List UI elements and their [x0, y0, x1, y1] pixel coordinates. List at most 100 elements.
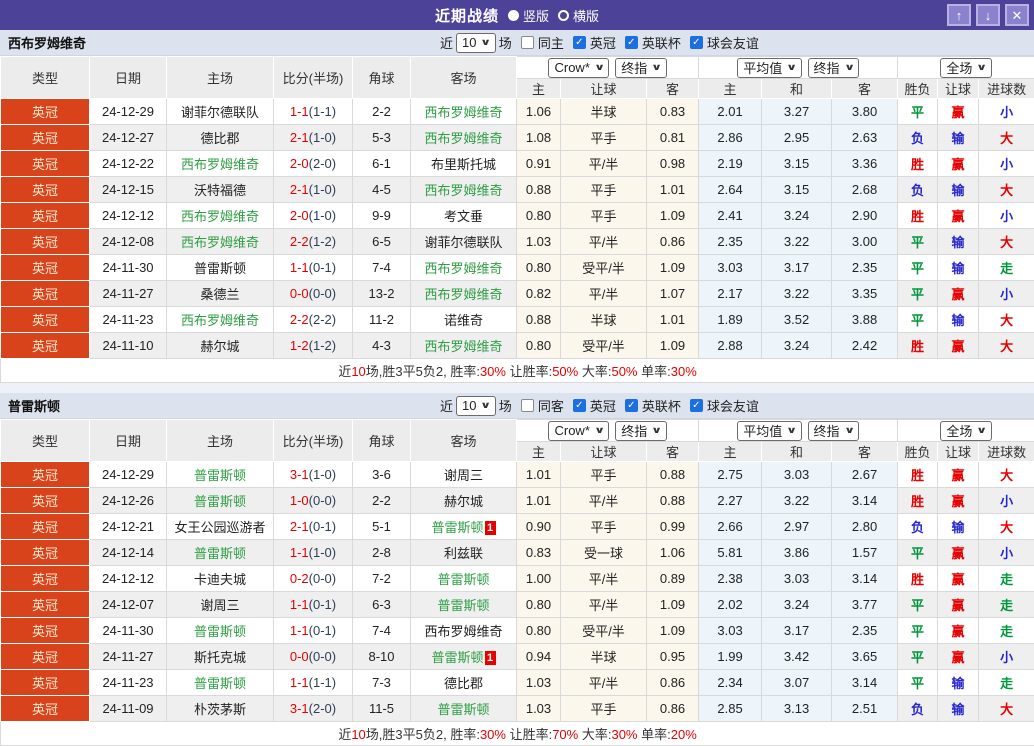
move-up-button[interactable]: ↑: [947, 4, 971, 26]
summary-segment: 30%: [480, 364, 506, 379]
friendly-checkbox[interactable]: ✓: [690, 399, 703, 412]
team-name[interactable]: 赫尔城: [444, 494, 483, 509]
team-name[interactable]: 斯托克城: [194, 650, 246, 665]
team-name[interactable]: 德比郡: [444, 676, 483, 691]
team-name[interactable]: 谢周三: [200, 598, 239, 613]
result-goals-cell: 小: [979, 281, 1034, 307]
same-venue-checkbox[interactable]: [521, 399, 534, 412]
result-goals-cell: 小: [979, 99, 1034, 125]
team-name[interactable]: 普雷斯顿: [431, 650, 483, 665]
avg-away-odds-cell: 2.80: [832, 514, 898, 540]
average-select[interactable]: 平均值∨: [737, 58, 801, 78]
team-name[interactable]: 西布罗姆维奇: [181, 209, 259, 224]
team-name[interactable]: 普雷斯顿: [437, 598, 489, 613]
team-name[interactable]: 诺维奇: [444, 313, 483, 328]
avg-away-odds-cell: 3.80: [832, 99, 898, 125]
team-name[interactable]: 普雷斯顿: [194, 261, 246, 276]
team-name[interactable]: 普雷斯顿: [431, 520, 483, 535]
move-down-button[interactable]: ↓: [976, 4, 1000, 26]
team-name[interactable]: 谢菲尔德联队: [424, 235, 502, 250]
same-venue-checkbox[interactable]: [521, 36, 534, 49]
handicap-away-odds-cell: 1.09: [647, 592, 699, 618]
final-odds-select2[interactable]: 终指∨: [808, 58, 859, 78]
team-name[interactable]: 普雷斯顿: [194, 468, 246, 483]
team-name[interactable]: 普雷斯顿: [194, 624, 246, 639]
section-divider: [0, 383, 1034, 393]
result-handicap-cell: 输: [938, 670, 979, 696]
team-name[interactable]: 沃特福德: [194, 183, 246, 198]
team-name[interactable]: 西布罗姆维奇: [424, 339, 502, 354]
team-name[interactable]: 西布罗姆维奇: [424, 105, 502, 120]
league-badge: 英冠: [1, 281, 90, 307]
team-name[interactable]: 西布罗姆维奇: [424, 183, 502, 198]
home-team-cell: 普雷斯顿: [167, 255, 274, 281]
result-goals-cell: 走: [979, 566, 1034, 592]
fulltime-score: 1-1: [290, 675, 309, 690]
chevron-down-icon: ∨: [786, 425, 797, 436]
team-name[interactable]: 普雷斯顿: [194, 546, 246, 561]
handicap-line-cell: 平/半: [561, 151, 647, 177]
bookmaker-select[interactable]: Crow*∨: [548, 58, 609, 78]
final-odds-select[interactable]: 终指∨: [615, 421, 666, 441]
result-handicap-cell: 赢: [938, 462, 979, 488]
bookmaker-select[interactable]: Crow*∨: [548, 421, 609, 441]
team-name[interactable]: 卡迪夫城: [194, 572, 246, 587]
handicap-away-odds-cell: 0.88: [647, 488, 699, 514]
chevron-down-icon: ∨: [594, 425, 605, 436]
team-name[interactable]: 谢菲尔德联队: [181, 105, 259, 120]
col-type: 类型: [1, 420, 90, 462]
result-goals-cell: 大: [979, 333, 1034, 359]
handicap-home-odds-cell: 1.08: [517, 125, 561, 151]
layout-horizontal-radio[interactable]: 横版: [558, 6, 599, 25]
team-name[interactable]: 西布罗姆维奇: [424, 131, 502, 146]
match-row: 英冠24-12-29谢菲尔德联队1-1(1-1)2-2西布罗姆维奇1.06半球0…: [1, 99, 1034, 125]
final-odds-select[interactable]: 终指∨: [615, 58, 666, 78]
team-name[interactable]: 谢周三: [444, 468, 483, 483]
handicap-line-cell: 平/半: [561, 488, 647, 514]
team-name[interactable]: 普雷斯顿: [437, 572, 489, 587]
team-name[interactable]: 布里斯托城: [431, 157, 496, 172]
handicap-home-odds-cell: 0.80: [517, 255, 561, 281]
team-name[interactable]: 西布罗姆维奇: [181, 235, 259, 250]
team-name[interactable]: 普雷斯顿: [194, 676, 246, 691]
team-name[interactable]: 德比郡: [200, 131, 239, 146]
league-checkbox[interactable]: ✓: [573, 36, 586, 49]
team-name[interactable]: 西布罗姆维奇: [424, 624, 502, 639]
corner-cell: 7-2: [353, 566, 411, 592]
team-name[interactable]: 西布罗姆维奇: [424, 287, 502, 302]
team-name[interactable]: 考文垂: [444, 209, 483, 224]
away-team-cell: 西布罗姆维奇: [411, 125, 517, 151]
summary-segment: 10: [351, 364, 365, 379]
fulltime-select[interactable]: 全场∨: [940, 421, 991, 441]
team-name[interactable]: 普雷斯顿: [437, 702, 489, 717]
league-cup-checkbox[interactable]: ✓: [625, 36, 638, 49]
league-checkbox[interactable]: ✓: [573, 399, 586, 412]
team-name[interactable]: 利兹联: [444, 546, 483, 561]
team-name[interactable]: 女王公园巡游者: [174, 520, 265, 535]
fulltime-select[interactable]: 全场∨: [940, 58, 991, 78]
average-select[interactable]: 平均值∨: [737, 421, 801, 441]
handicap-home-odds-cell: 0.88: [517, 177, 561, 203]
team-name[interactable]: 西布罗姆维奇: [181, 157, 259, 172]
match-count-select[interactable]: 10 ∨: [456, 33, 496, 53]
final-odds-select2[interactable]: 终指∨: [808, 421, 859, 441]
avg-home-odds-cell: 2.38: [699, 566, 762, 592]
match-date-cell: 24-12-14: [90, 540, 167, 566]
layout-vertical-label: 竖版: [523, 6, 549, 25]
team-name[interactable]: 西布罗姆维奇: [424, 261, 502, 276]
friendly-checkbox[interactable]: ✓: [690, 36, 703, 49]
team-name[interactable]: 桑德兰: [200, 287, 239, 302]
score-cell: 3-1(1-0): [274, 462, 353, 488]
match-row: 英冠24-11-27桑德兰0-0(0-0)13-2西布罗姆维奇0.82平/半1.…: [1, 281, 1034, 307]
league-cup-checkbox[interactable]: ✓: [625, 399, 638, 412]
layout-vertical-radio[interactable]: 竖版: [508, 6, 549, 25]
near-label: 近: [440, 33, 453, 52]
team-name[interactable]: 普雷斯顿: [194, 494, 246, 509]
close-button[interactable]: ✕: [1005, 4, 1029, 26]
match-count-select[interactable]: 10 ∨: [456, 396, 496, 416]
team-name[interactable]: 朴茨茅斯: [194, 702, 246, 717]
result-handicap-cell: 赢: [938, 488, 979, 514]
team-name[interactable]: 西布罗姆维奇: [181, 313, 259, 328]
team-name[interactable]: 赫尔城: [200, 339, 239, 354]
match-row: 英冠24-12-22西布罗姆维奇2-0(2-0)6-1布里斯托城0.91平/半0…: [1, 151, 1034, 177]
